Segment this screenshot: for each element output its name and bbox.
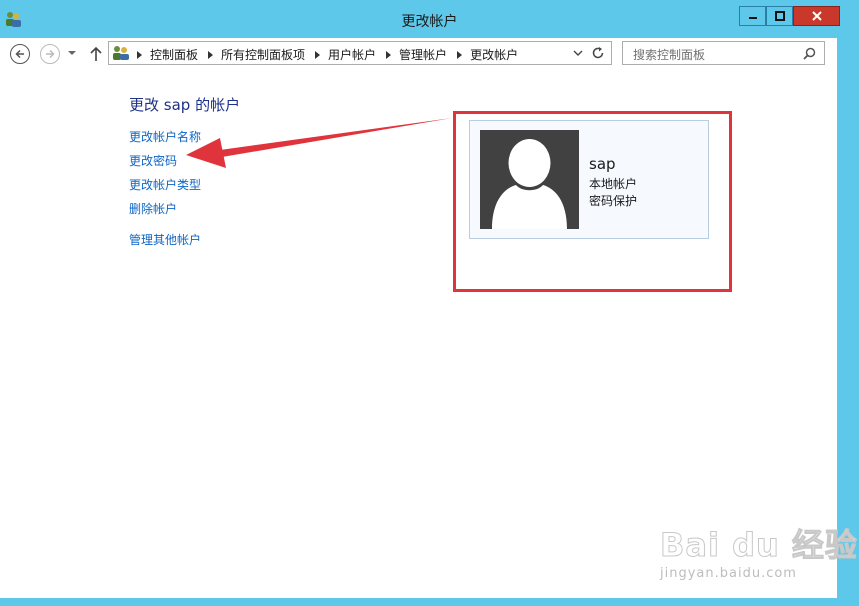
back-button[interactable]	[10, 44, 30, 64]
maximize-button[interactable]	[766, 6, 793, 26]
window-content: 控制面板 所有控制面板项 用户帐户 管理帐户 更改帐户 搜索控制面板 更改 sa…	[0, 38, 858, 598]
breadcrumb-all-items[interactable]: 所有控制面板项	[221, 46, 305, 63]
arrow-left-icon	[15, 49, 24, 59]
breadcrumb-separator-icon	[457, 50, 463, 59]
breadcrumb-user-accounts[interactable]: 用户帐户	[328, 46, 376, 63]
refresh-icon[interactable]	[591, 46, 605, 60]
title-bar[interactable]: 更改帐户	[0, 0, 859, 38]
search-icon[interactable]	[803, 47, 816, 60]
up-arrow-icon[interactable]	[88, 44, 104, 64]
watermark: Bai du 经验 jingyan.baidu.com	[660, 512, 858, 598]
address-bar[interactable]: 控制面板 所有控制面板项 用户帐户 管理帐户 更改帐户	[108, 41, 612, 65]
watermark-brand: Bai du 经验	[660, 526, 858, 565]
breadcrumb-control-panel[interactable]: 控制面板	[150, 46, 198, 63]
breadcrumb-change-account[interactable]: 更改帐户	[470, 46, 518, 63]
manage-other-accounts-link[interactable]: 管理其他帐户	[129, 231, 201, 248]
breadcrumb-separator-icon	[386, 50, 392, 59]
maximize-icon	[774, 11, 785, 21]
control-panel-icon	[113, 46, 129, 60]
minimize-icon	[748, 17, 757, 19]
recent-locations-dropdown-icon[interactable]	[67, 48, 77, 58]
search-input[interactable]: 搜索控制面板	[633, 46, 705, 63]
change-password-link[interactable]: 更改密码	[129, 152, 177, 169]
annotation-arrow-icon	[186, 118, 452, 168]
highlight-annotation-box	[453, 111, 732, 292]
close-icon	[811, 11, 822, 21]
window-frame-bottom	[0, 598, 837, 606]
chevron-down-icon[interactable]	[573, 48, 583, 58]
close-button[interactable]	[793, 6, 840, 26]
breadcrumb-separator-icon	[137, 50, 142, 59]
navigation-bar: 控制面板 所有控制面板项 用户帐户 管理帐户 更改帐户 搜索控制面板	[0, 38, 837, 76]
watermark-url: jingyan.baidu.com	[660, 566, 797, 581]
change-account-type-link[interactable]: 更改帐户类型	[129, 176, 201, 193]
arrow-right-icon	[46, 49, 55, 59]
minimize-button[interactable]	[739, 6, 766, 26]
search-box[interactable]: 搜索控制面板	[622, 41, 825, 65]
forward-button[interactable]	[40, 44, 60, 64]
delete-account-link[interactable]: 删除帐户	[129, 200, 177, 217]
window-title: 更改帐户	[401, 14, 458, 30]
breadcrumb-separator-icon	[208, 50, 214, 59]
breadcrumb-separator-icon	[315, 50, 321, 59]
breadcrumb-manage-accounts[interactable]: 管理帐户	[399, 46, 447, 63]
breadcrumb: 控制面板 所有控制面板项 用户帐户 管理帐户 更改帐户	[137, 46, 528, 63]
